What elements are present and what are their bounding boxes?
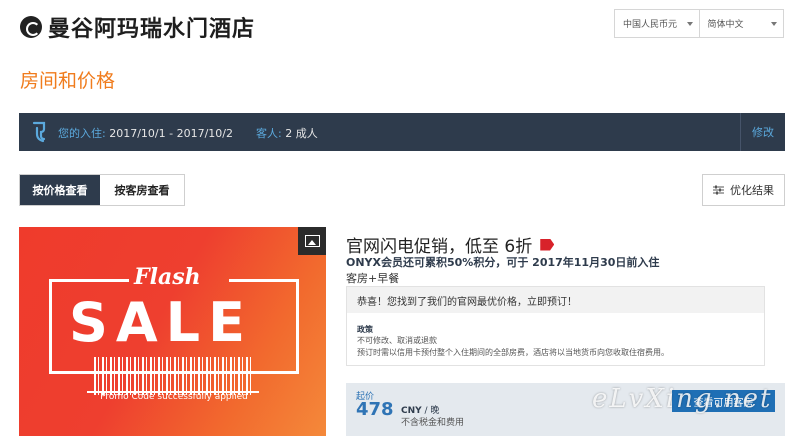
policy-line: 预订时需以信用卡预付整个入住期间的全部房费，酒店将以当地货币向您收取住宿费用。 — [357, 348, 669, 357]
language-label: 简体中文 — [707, 20, 744, 30]
policy-line: 不可修改、取消或退款 — [357, 336, 437, 345]
tag-icon — [540, 238, 555, 251]
hotel-logo-icon[interactable] — [20, 16, 42, 38]
best-price-message: 恭喜！您找到了我们的官网最优价格，立即预订！ — [347, 287, 764, 313]
sliders-icon — [713, 185, 724, 195]
tab-by-price[interactable]: 按价格查看 — [20, 175, 100, 205]
locale-selectors: 中国人民币元 简体中文 — [614, 9, 784, 38]
stay-summary-bar: 您的入住: 2017/10/1 - 2017/10/2 客人: 2 成人 修改 — [19, 113, 785, 151]
watermark: eLvXing.net — [592, 384, 773, 414]
currency-label: 中国人民币元 — [623, 20, 678, 30]
refine-label: 优化结果 — [730, 184, 774, 197]
offer-info-box: 恭喜！您找到了我们的官网最优价格，立即预订！ 政策 不可修改、取消或退款 预订时… — [346, 286, 765, 366]
guests-value: 2 成人 — [281, 127, 318, 140]
barcode-graphic — [94, 357, 254, 395]
chevron-down-icon — [771, 21, 777, 26]
policy-label: 政策 — [357, 325, 373, 334]
language-selector[interactable]: 简体中文 — [698, 10, 784, 37]
price-note: 不含税金和费用 — [401, 418, 465, 428]
tab-by-room[interactable]: 按客房查看 — [100, 175, 184, 205]
page-title: 房间和价格 — [20, 70, 116, 92]
stay-guests: 客人: 2 成人 — [256, 125, 318, 141]
sale-frame-edge — [229, 279, 299, 282]
image-icon — [304, 235, 320, 247]
offer-subtitle: ONYX会员还可累积50%积分，可于 2017年11月30日前入住 — [346, 256, 660, 269]
refine-results-button[interactable]: 优化结果 — [702, 174, 785, 206]
currency-selector[interactable]: 中国人民币元 — [615, 10, 699, 37]
hotel-name: 曼谷阿玛瑞水门酒店 — [48, 17, 256, 42]
room-type: 客房+早餐 — [346, 272, 400, 285]
guests-label: 客人: — [256, 127, 282, 140]
stay-dates-label: 您的入住: — [58, 127, 106, 140]
stay-dates: 您的入住: 2017/10/1 - 2017/10/2 — [58, 125, 233, 141]
view-mode-tabs: 按价格查看 按客房查看 — [19, 174, 185, 206]
stay-dates-value: 2017/10/1 - 2017/10/2 — [105, 127, 233, 140]
edit-stay-link[interactable]: 修改 — [740, 113, 785, 151]
promo-code-text: Promo Code successfully applied — [100, 392, 248, 402]
sale-frame-edge — [49, 279, 129, 282]
flash-text: Flash — [134, 264, 201, 290]
brand-mark-icon — [32, 121, 46, 143]
price-amount: 478 — [356, 399, 394, 420]
offer-image[interactable]: Flash SALE Promo Code successfully appli… — [19, 227, 326, 436]
chevron-down-icon — [686, 21, 693, 26]
sale-text: SALE — [69, 291, 253, 354]
site-header: 曼谷阿玛瑞水门酒店 中国人民币元 简体中文 — [0, 0, 799, 52]
gallery-button[interactable] — [298, 227, 326, 255]
